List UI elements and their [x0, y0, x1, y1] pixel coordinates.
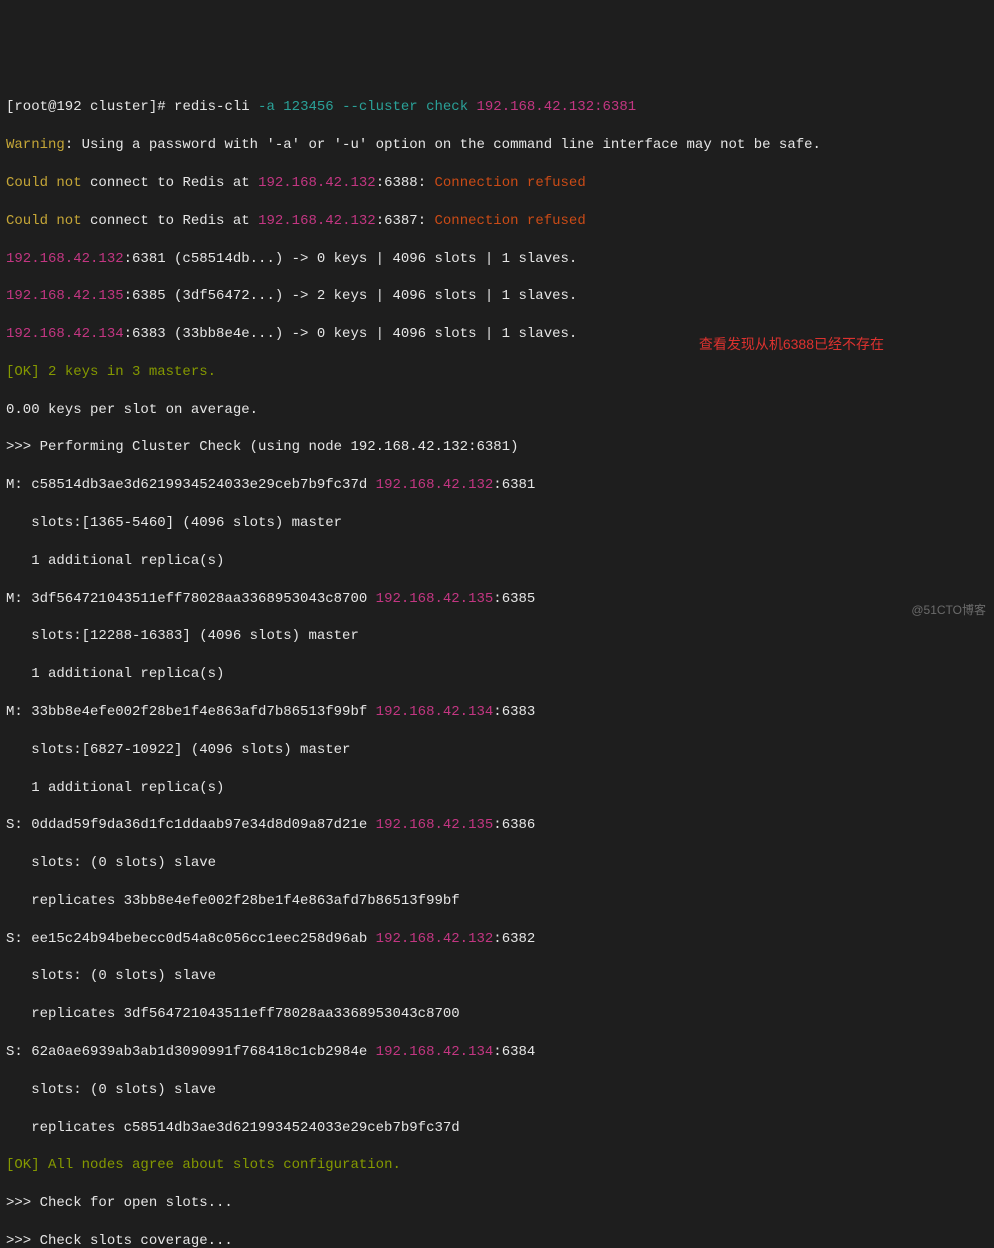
slots-line: slots:[6827-10922] (4096 slots) master — [6, 741, 988, 760]
ip-address: 192.168.42.132 — [258, 213, 376, 229]
warning-text: : Using a password with '-a' or '-u' opt… — [65, 137, 821, 153]
ip-address: 192.168.42.134 — [376, 704, 494, 720]
master-node-line: M: 33bb8e4efe002f28be1f4e863afd7b86513f9… — [6, 703, 988, 722]
replica-line: 1 additional replica(s) — [6, 665, 988, 684]
replicates-line: replicates 33bb8e4efe002f28be1f4e863afd7… — [6, 892, 988, 911]
check-line: >>> Check slots coverage... — [6, 1232, 988, 1248]
slave-node-line: S: ee15c24b94bebecc0d54a8c056cc1eec258d9… — [6, 930, 988, 949]
cmd-flags: -a 123456 --cluster check — [250, 99, 468, 115]
conn-refused-line: Could not connect to Redis at 192.168.42… — [6, 212, 988, 231]
ip-address: 192.168.42.132 — [376, 931, 494, 947]
slots-line: slots:[12288-16383] (4096 slots) master — [6, 627, 988, 646]
shell-prompt: [root@192 cluster]# — [6, 99, 166, 115]
slots-line: slots: (0 slots) slave — [6, 967, 988, 986]
warning-label: Warning — [6, 137, 65, 153]
conn-refused-line: Could not connect to Redis at 192.168.42… — [6, 174, 988, 193]
replica-line: 1 additional replica(s) — [6, 552, 988, 571]
slave-node-line: S: 0ddad59f9da36d1fc1ddaab97e34d8d09a87d… — [6, 816, 988, 835]
ip-address: 192.168.42.134 — [376, 1044, 494, 1060]
section-header: >>> Performing Cluster Check (using node… — [6, 438, 988, 457]
slave-node-line: S: 62a0ae6939ab3ab1d3090991f768418c1cb29… — [6, 1043, 988, 1062]
ip-address: 192.168.42.132 — [6, 251, 124, 267]
slots-line: slots: (0 slots) slave — [6, 854, 988, 873]
warning-line: Warning: Using a password with '-a' or '… — [6, 136, 988, 155]
error-text: Connection refused — [435, 213, 586, 229]
master-node-line: M: c58514db3ae3d6219934524033e29ceb7b9fc… — [6, 476, 988, 495]
ok-tag: [OK] — [6, 1157, 40, 1173]
node-summary-line: 192.168.42.135:6385 (3df56472...) -> 2 k… — [6, 287, 988, 306]
slots-line: slots:[1365-5460] (4096 slots) master — [6, 514, 988, 533]
ok-line: [OK] All nodes agree about slots configu… — [6, 1156, 988, 1175]
ip-address: 192.168.42.135 — [376, 817, 494, 833]
ok-line: [OK] 2 keys in 3 masters. — [6, 363, 988, 382]
replicates-line: replicates c58514db3ae3d6219934524033e29… — [6, 1119, 988, 1138]
ip-address: 192.168.42.132 — [376, 477, 494, 493]
replicates-line: replicates 3df564721043511eff78028aa3368… — [6, 1005, 988, 1024]
cmd-target: 192.168.42.132:6381 — [468, 99, 636, 115]
cmd-redis-cli: redis-cli — [166, 99, 250, 115]
error-text: Connection refused — [435, 175, 586, 191]
slots-line: slots: (0 slots) slave — [6, 1081, 988, 1100]
annotation-text: 查看发现从机6388已经不存在 — [699, 335, 884, 354]
ip-address: 192.168.42.135 — [6, 288, 124, 304]
ok-tag: [OK] — [6, 364, 40, 380]
terminal-output: [root@192 cluster]# redis-cli -a 123456 … — [6, 80, 988, 1248]
prompt-line: [root@192 cluster]# redis-cli -a 123456 … — [6, 98, 988, 117]
check-line: >>> Check for open slots... — [6, 1194, 988, 1213]
master-node-line: M: 3df564721043511eff78028aa3368953043c8… — [6, 590, 988, 609]
ip-address: 192.168.42.134 — [6, 326, 124, 342]
average-line: 0.00 keys per slot on average. — [6, 401, 988, 420]
replica-line: 1 additional replica(s) — [6, 779, 988, 798]
ip-address: 192.168.42.132 — [258, 175, 376, 191]
watermark-text: @51CTO博客 — [911, 602, 986, 618]
ip-address: 192.168.42.135 — [376, 591, 494, 607]
node-summary-line: 192.168.42.132:6381 (c58514db...) -> 0 k… — [6, 250, 988, 269]
